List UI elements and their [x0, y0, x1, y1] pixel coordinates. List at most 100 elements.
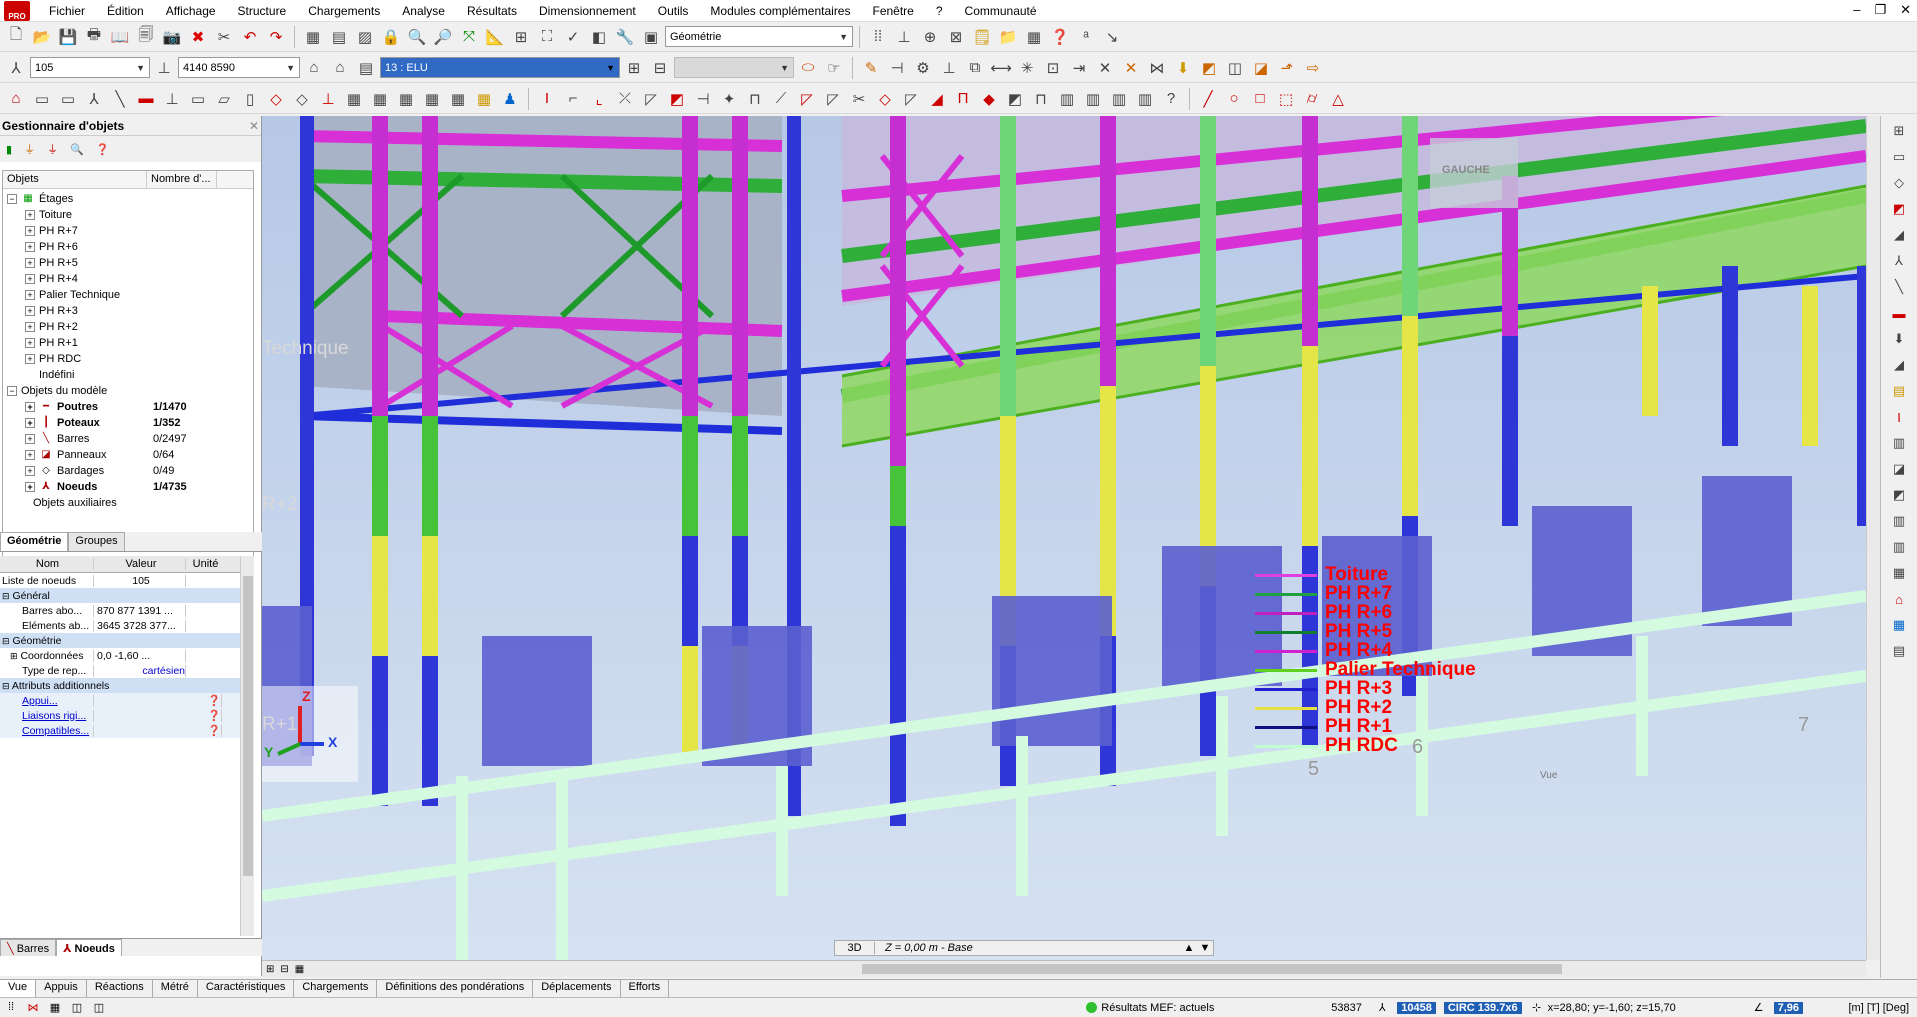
elevation-up-icon[interactable]: ▲ [1181, 942, 1197, 954]
tree-floor-item[interactable]: + PH R+1 [3, 335, 253, 351]
report-icon[interactable]: ▤ [1887, 640, 1911, 662]
display-icon[interactable]: ⊞ [509, 25, 533, 49]
model-viewport[interactable]: GAUCHE Technique R+2 R+1 Z X Y 5 6 7 Vue [262, 116, 1866, 960]
tree-floor-item[interactable]: + PH R+7 [3, 223, 253, 239]
tree-floor-item[interactable]: + PH R+4 [3, 271, 253, 287]
save-icon[interactable]: 💾 [56, 25, 80, 49]
prop-link[interactable]: Liaisons rigi... [0, 709, 94, 722]
expand-icon[interactable]: + [25, 466, 35, 476]
tab-caracteristiques[interactable]: Caractéristiques [198, 980, 295, 997]
tree-object-cladding[interactable]: + ◇ Bardages 0/49 [3, 463, 253, 479]
map-icon[interactable]: ▤ [1887, 380, 1911, 402]
column-add-icon[interactable]: ⊥ [160, 87, 184, 111]
zoom-window-icon[interactable]: 🔍 [405, 25, 429, 49]
node-view-icon[interactable]: ⅄ [1887, 250, 1911, 272]
minimize-icon[interactable]: – [1853, 2, 1860, 18]
plate-add-icon[interactable]: ▭ [186, 87, 210, 111]
tree-floor-item[interactable]: + Palier Technique [3, 287, 253, 303]
properties-scrollbar[interactable] [240, 556, 254, 936]
tree-view-icon[interactable]: ▮ [6, 143, 12, 156]
stairs-icon[interactable]: ⬏ [1275, 56, 1299, 80]
prop-category-general[interactable]: ⊟ Général [0, 588, 240, 603]
i-section-icon[interactable]: Ι [1887, 406, 1911, 428]
truss-b-icon[interactable]: ▥ [1081, 87, 1105, 111]
node-list-combo[interactable]: 4140 8590 ▼ [178, 57, 300, 78]
menu-fenetre[interactable]: Fenêtre [861, 0, 924, 22]
cross-icon[interactable]: ✕ [1093, 56, 1117, 80]
cone-icon[interactable]: △ [1326, 87, 1350, 111]
prop-bars[interactable]: Barres abo... 870 877 1391 ... [0, 603, 240, 618]
cut-bar-icon[interactable]: ⤫ [613, 87, 637, 111]
beam-add-icon[interactable]: ▬ [134, 87, 158, 111]
filter-icon[interactable]: ⏚ [24, 141, 35, 157]
section-icon[interactable]: ⬭ [796, 56, 820, 80]
expand-icon[interactable]: + [25, 226, 35, 236]
tree-floor-item[interactable]: + PH R+5 [3, 255, 253, 271]
rigid-icon[interactable]: ⊡ [1041, 56, 1065, 80]
elevation-down-icon[interactable]: ▼ [1197, 942, 1213, 954]
close-icon[interactable]: ✕ [1900, 2, 1911, 18]
table-b-icon[interactable]: ▦ [394, 87, 418, 111]
node-tool-icon[interactable]: ✳ [1015, 56, 1039, 80]
rect-icon[interactable]: ◇ [873, 87, 897, 111]
collapse-icon[interactable]: ⊟ [2, 636, 10, 646]
expand-icon[interactable]: + [25, 450, 35, 460]
tab-metre[interactable]: Métré [153, 980, 198, 997]
cap-icon[interactable]: ◆ [977, 87, 1001, 111]
rotate-icon[interactable]: ◇ [1887, 172, 1911, 194]
support-add-icon[interactable]: ⊥ [316, 87, 340, 111]
slab-add-icon[interactable]: ▱ [212, 87, 236, 111]
tools-icon[interactable]: 🔧 [613, 25, 637, 49]
people-icon[interactable]: ♟ [498, 87, 522, 111]
node-link-icon[interactable]: ✦ [717, 87, 741, 111]
prop-value[interactable]: cartésien [94, 664, 186, 677]
select-icon[interactable]: ⤧ [457, 25, 481, 49]
bench-icon[interactable]: ⊓ [1029, 87, 1053, 111]
node-select-icon[interactable]: ⅄ [4, 56, 28, 80]
tree-floor-item[interactable]: + PH RDC [3, 351, 253, 367]
calc-icon[interactable]: ▦ [47, 1001, 63, 1015]
table-icon[interactable]: ▤ [327, 25, 351, 49]
prop-value[interactable]: 105 [94, 574, 186, 587]
tab-ponderations[interactable]: Définitions des pondérations [377, 980, 534, 997]
tree-floor-item[interactable]: + PH R+3 [3, 303, 253, 319]
prop-rigid[interactable]: Liaisons rigi... ❓ [0, 708, 240, 723]
design-icon[interactable]: ▦ [1887, 562, 1911, 584]
structure-type-icon[interactable]: ⌂ [4, 87, 28, 111]
offset-icon[interactable]: ⟷ [989, 56, 1013, 80]
sections-icon[interactable]: ◧ [587, 25, 611, 49]
expand-icon[interactable]: + [25, 322, 35, 332]
tree-model-objects[interactable]: − Objets du modèle [3, 383, 253, 399]
tree-object-beams[interactable]: + ━ Poutres 1/1470 [3, 399, 253, 415]
help-icon[interactable]: ❓ [1048, 25, 1072, 49]
edge-icon[interactable]: ◸ [899, 87, 923, 111]
note-icon[interactable]: 🗒 [970, 25, 994, 49]
connect-icon[interactable]: ⊣ [691, 87, 715, 111]
expand-icon[interactable]: + [25, 482, 35, 492]
beam-view-icon[interactable]: ▬ [1887, 302, 1911, 324]
prop-value[interactable]: 0,0 -1,60 ... [94, 649, 186, 662]
scrollbar-thumb[interactable] [243, 576, 253, 876]
hand-icon[interactable]: ☞ [822, 56, 846, 80]
home-icon[interactable]: ⌂ [302, 56, 326, 80]
zoom-icon[interactable]: 🔎 [431, 25, 455, 49]
corner-icon[interactable]: ⌞ [587, 87, 611, 111]
prop-support[interactable]: Appui... ❓ [0, 693, 240, 708]
expand-icon[interactable]: ⊞ [10, 651, 18, 661]
expand-icon[interactable]: + [25, 338, 35, 348]
menu-chargements[interactable]: Chargements [297, 0, 391, 22]
export-icon[interactable]: ⇨ [1301, 56, 1325, 80]
viewport-vertical-scrollbar[interactable] [1866, 116, 1880, 960]
view-mode-label[interactable]: 3D [835, 942, 875, 954]
load-case-next-icon[interactable]: ⊟ [648, 56, 672, 80]
case-icon[interactable]: ▤ [354, 56, 378, 80]
delete-icon[interactable]: ✖ [186, 25, 210, 49]
panel-icon[interactable]: ◪ [1249, 56, 1273, 80]
expand-icon[interactable]: + [25, 418, 35, 428]
restore-icon[interactable]: ❐ [1874, 2, 1886, 18]
tree-object-nodes[interactable]: + ⅄ Noeuds 1/4735 [3, 479, 253, 495]
truss-icon[interactable]: ▥ [1055, 87, 1079, 111]
prop-category-geometry[interactable]: ⊟ Géométrie [0, 633, 240, 648]
casr-icon[interactable]: ▭ [30, 87, 54, 111]
structure-icon[interactable]: ⊠ [944, 25, 968, 49]
